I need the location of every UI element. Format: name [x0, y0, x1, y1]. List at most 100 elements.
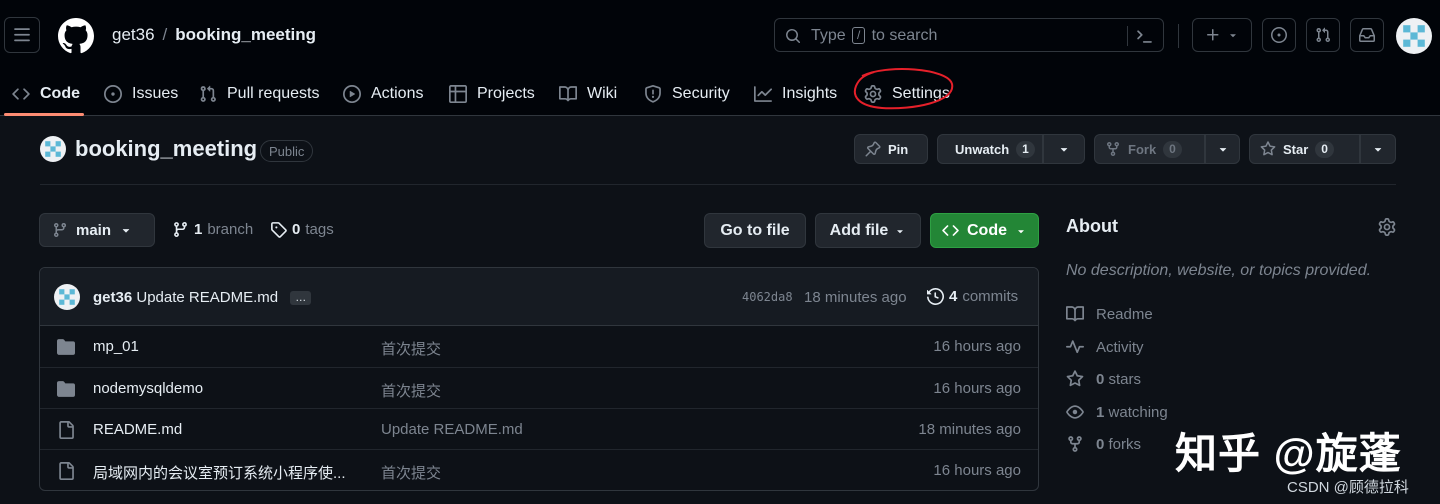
- branch-selector[interactable]: main: [39, 213, 155, 247]
- watch-count: 1: [1016, 140, 1035, 158]
- identicon-icon: [59, 289, 75, 305]
- tag-count: 0: [292, 221, 301, 238]
- breadcrumb: get36 / booking_meeting: [112, 25, 316, 45]
- inbox-icon: [1359, 28, 1375, 42]
- issues-button[interactable]: [1262, 18, 1296, 52]
- commit-message-link[interactable]: Update README.md: [136, 289, 278, 306]
- file-row[interactable]: 局域网内的会议室预订系统小程序使... 首次提交 16 hours ago: [40, 449, 1038, 490]
- tab-projects[interactable]: Projects: [449, 72, 535, 116]
- commit-author[interactable]: get36: [93, 289, 132, 306]
- file-commit-message[interactable]: 首次提交: [381, 462, 441, 483]
- unwatch-button[interactable]: Unwatch 1: [937, 134, 1043, 164]
- about-heading: About: [1066, 216, 1118, 236]
- gear-icon: [864, 85, 882, 103]
- forks-link[interactable]: 0 forks: [1066, 435, 1141, 453]
- forks-count: 0: [1096, 435, 1105, 453]
- triangle-down-icon: [1374, 148, 1382, 152]
- activity-link[interactable]: Activity: [1066, 338, 1144, 356]
- commit-author-avatar[interactable]: [54, 284, 80, 310]
- tab-pull-requests-label: Pull requests: [227, 85, 320, 102]
- tab-security[interactable]: Security: [644, 72, 730, 116]
- commit-sha[interactable]: 4062da8: [742, 290, 793, 304]
- title-divider: [40, 184, 1396, 185]
- tab-issues[interactable]: Issues: [104, 72, 178, 116]
- stars-count: 0: [1096, 370, 1105, 388]
- activity-label: Activity: [1096, 338, 1144, 356]
- file-commit-time: 16 hours ago: [933, 380, 1021, 397]
- tag-icon: [271, 222, 287, 238]
- file-row[interactable]: nodemysqldemo 首次提交 16 hours ago: [40, 367, 1038, 408]
- repo-link[interactable]: booking_meeting: [175, 25, 316, 44]
- file-commit-message[interactable]: Update README.md: [381, 421, 523, 438]
- file-name[interactable]: nodemysqldemo: [93, 380, 203, 397]
- slash-key-hint: /: [852, 27, 866, 45]
- git-branch-icon: [174, 222, 187, 237]
- file-list: get36 Update README.md … 4062da8 18 minu…: [39, 267, 1039, 491]
- tab-actions[interactable]: Actions: [343, 72, 423, 116]
- about-description: No description, website, or topics provi…: [1066, 262, 1372, 279]
- tags-link[interactable]: 0 tags: [270, 221, 334, 238]
- file-icon: [59, 421, 74, 439]
- file-name[interactable]: README.md: [93, 421, 182, 438]
- owner-link[interactable]: get36: [112, 25, 155, 44]
- pull-requests-button[interactable]: [1306, 18, 1340, 52]
- zhihu-watermark: 知乎 @旋蓬: [1175, 430, 1402, 477]
- search-placeholder: Type / to search: [811, 27, 937, 45]
- latest-commit-bar: get36 Update README.md … 4062da8 18 minu…: [40, 268, 1038, 326]
- triangle-down-icon: [1230, 34, 1236, 38]
- commit-expand-button[interactable]: …: [290, 291, 312, 306]
- stars-word: stars: [1108, 370, 1142, 388]
- star-button[interactable]: Star 0: [1249, 134, 1360, 164]
- file-row[interactable]: README.md Update README.md 18 minutes ag…: [40, 408, 1038, 449]
- tab-pull-requests[interactable]: Pull requests: [199, 72, 320, 116]
- star-icon: [1066, 370, 1084, 387]
- visibility-badge: Public: [260, 140, 314, 162]
- file-row[interactable]: mp_01 首次提交 16 hours ago: [40, 326, 1038, 367]
- github-logo-icon[interactable]: [58, 18, 94, 54]
- commit-count: 4: [949, 288, 958, 305]
- file-name[interactable]: mp_01: [93, 338, 139, 355]
- branch-word: branch: [207, 221, 254, 238]
- readme-link[interactable]: Readme: [1066, 305, 1153, 323]
- tab-wiki-label: Wiki: [587, 85, 618, 102]
- repo-nav: Code Issues Pull requests Actions Projec…: [0, 72, 1440, 116]
- menu-button[interactable]: [4, 17, 40, 53]
- file-name[interactable]: 局域网内的会议室预订系统小程序使...: [93, 462, 346, 483]
- file-commit-message[interactable]: 首次提交: [381, 380, 441, 401]
- pin-button[interactable]: Pin: [854, 134, 928, 164]
- inbox-button[interactable]: [1350, 18, 1384, 52]
- file-commit-message[interactable]: 首次提交: [381, 338, 441, 359]
- hamburger-icon: [14, 28, 30, 42]
- forks-word: forks: [1108, 435, 1142, 453]
- top-bar: get36 / booking_meeting Type / to search: [0, 0, 1440, 72]
- star-dropdown[interactable]: [1360, 134, 1396, 164]
- star-count: 0: [1315, 140, 1334, 158]
- command-palette-icon[interactable]: [1135, 27, 1153, 45]
- add-file-button[interactable]: Add file: [815, 213, 921, 248]
- create-new-button[interactable]: [1192, 18, 1252, 52]
- search-input[interactable]: Type / to search: [774, 18, 1164, 52]
- readme-label: Readme: [1096, 305, 1153, 323]
- tab-wiki[interactable]: Wiki: [559, 72, 617, 116]
- triangle-down-icon: [1060, 148, 1068, 152]
- user-avatar[interactable]: [1396, 18, 1432, 54]
- star-icon: [1260, 141, 1276, 156]
- pulse-icon: [1066, 340, 1084, 354]
- gear-icon[interactable]: [1378, 218, 1396, 236]
- go-to-file-button[interactable]: Go to file: [704, 213, 806, 248]
- commits-history-link[interactable]: 4 commits: [927, 288, 1018, 305]
- tab-settings[interactable]: Settings: [864, 72, 950, 116]
- tab-code[interactable]: Code: [12, 72, 80, 116]
- repo-forked-icon: [1068, 436, 1082, 452]
- repo-owner-avatar[interactable]: [40, 136, 66, 162]
- watching-link[interactable]: 1 watching: [1066, 403, 1168, 421]
- fork-button[interactable]: Fork 0: [1094, 134, 1205, 164]
- stars-link[interactable]: 0 stars: [1066, 370, 1141, 388]
- watch-dropdown[interactable]: [1043, 134, 1085, 164]
- branches-link[interactable]: 1 branch: [172, 221, 253, 238]
- repo-name[interactable]: booking_meeting: [75, 136, 257, 162]
- tab-insights[interactable]: Insights: [754, 72, 837, 116]
- search-icon: [786, 29, 801, 44]
- code-button[interactable]: Code: [930, 213, 1039, 248]
- fork-dropdown[interactable]: [1205, 134, 1240, 164]
